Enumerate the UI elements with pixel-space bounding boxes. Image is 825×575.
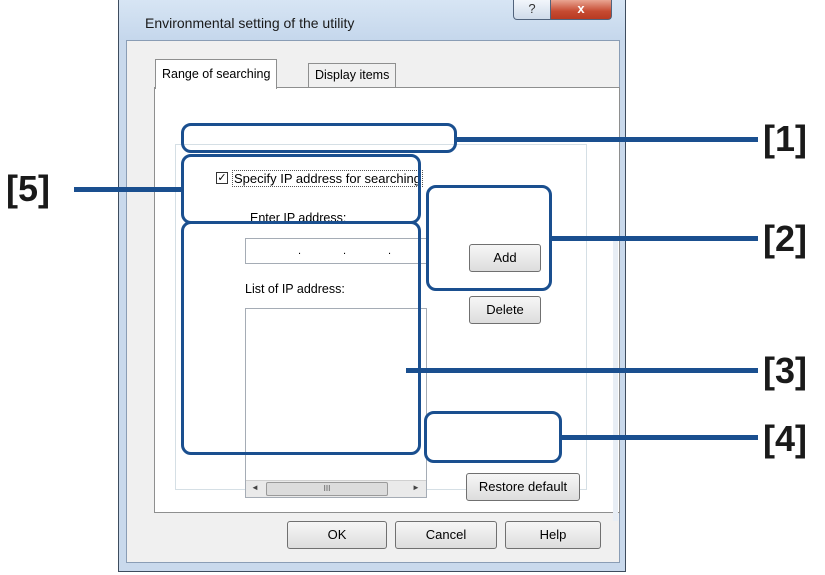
highlight-restore-default xyxy=(424,411,562,463)
leader-line-1 xyxy=(456,137,758,142)
tab-display-items[interactable]: Display items xyxy=(308,63,397,87)
callout-label-5: [5] xyxy=(6,168,50,209)
tab-range-of-searching[interactable]: Range of searching xyxy=(155,59,278,89)
horizontal-scrollbar[interactable]: ◄ III ► xyxy=(246,480,426,497)
highlight-specify-ip xyxy=(181,123,457,153)
tab-label: Display items xyxy=(315,68,390,82)
delete-button[interactable]: Delete xyxy=(469,296,541,324)
leader-line-3 xyxy=(406,368,758,373)
help-button[interactable]: Help xyxy=(505,521,601,549)
question-icon: ? xyxy=(528,1,536,16)
help-caption-button[interactable]: ? xyxy=(513,0,551,20)
grip-icon: III xyxy=(323,484,331,493)
highlight-add-delete xyxy=(426,185,552,291)
close-icon: x xyxy=(577,1,585,16)
panel-edge xyxy=(613,241,618,521)
dialog-title: Environmental setting of the utility xyxy=(145,15,355,31)
tab-label: Range of searching xyxy=(162,67,271,81)
highlight-enter-ip xyxy=(181,154,421,224)
highlight-ip-list xyxy=(181,221,421,455)
callout-label-1: [1] xyxy=(763,118,807,159)
restore-default-button[interactable]: Restore default xyxy=(466,473,580,501)
close-button[interactable]: x xyxy=(550,0,612,20)
cancel-button[interactable]: Cancel xyxy=(395,521,497,549)
callout-label-3: [3] xyxy=(763,350,807,391)
leader-line-4 xyxy=(562,435,758,440)
scroll-right-icon[interactable]: ► xyxy=(412,483,420,492)
title-bar[interactable]: Environmental setting of the utility ? x xyxy=(119,0,625,40)
leader-line-2 xyxy=(552,236,758,241)
leader-line-5 xyxy=(74,187,182,192)
ok-button[interactable]: OK xyxy=(287,521,387,549)
callout-label-2: [2] xyxy=(763,218,807,259)
scroll-thumb[interactable]: III xyxy=(266,482,388,496)
scroll-left-icon[interactable]: ◄ xyxy=(251,483,259,492)
callout-label-4: [4] xyxy=(763,418,807,459)
